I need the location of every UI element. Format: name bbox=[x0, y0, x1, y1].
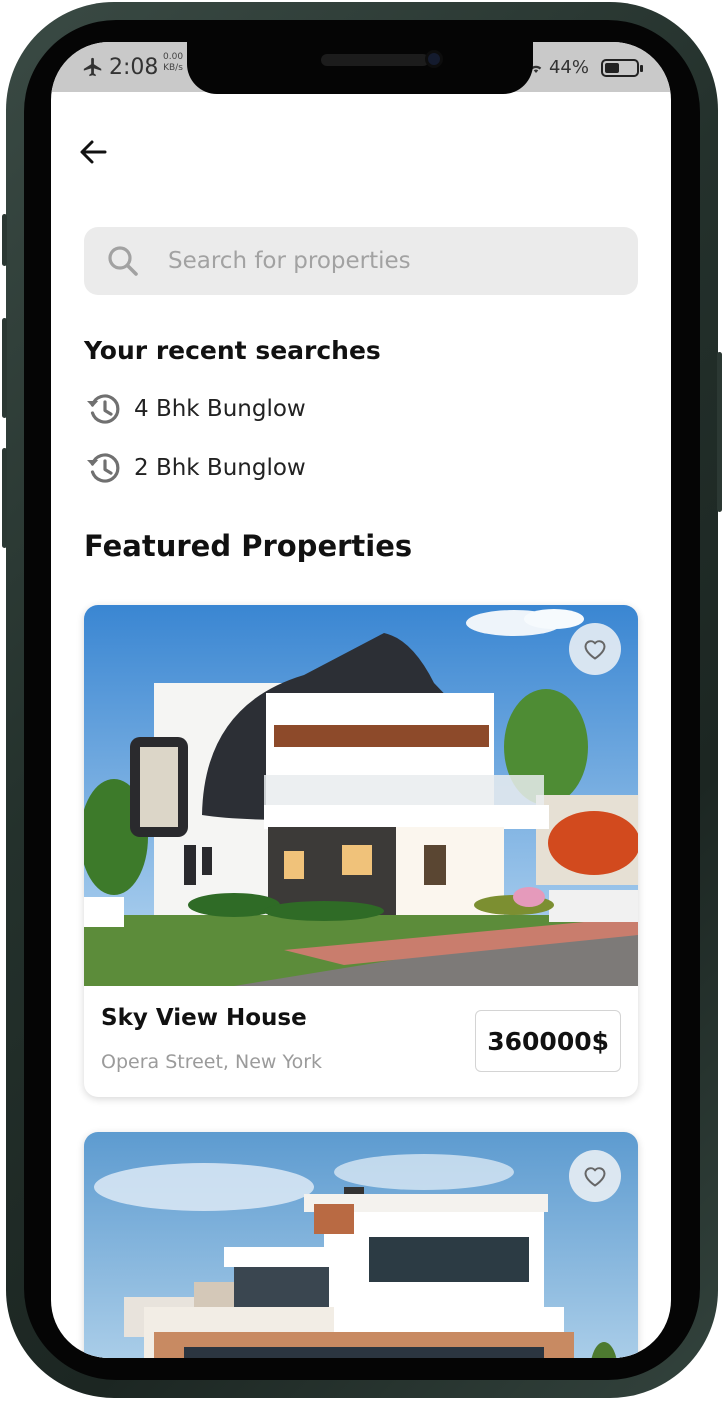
property-address: Opera Street, New York bbox=[101, 1051, 323, 1073]
front-camera bbox=[425, 50, 443, 68]
battery-percent: 44% bbox=[548, 57, 589, 78]
back-button[interactable] bbox=[73, 132, 113, 172]
network-speed-value: 0.00 bbox=[163, 52, 184, 62]
property-photo bbox=[84, 1132, 638, 1358]
history-icon bbox=[87, 453, 120, 483]
price-badge: 360000$ bbox=[475, 1010, 621, 1072]
heart-icon bbox=[584, 1167, 606, 1187]
recent-search-item[interactable]: 4 Bhk Bunglow bbox=[84, 389, 306, 429]
search-input[interactable] bbox=[166, 227, 606, 295]
favorite-button[interactable] bbox=[569, 623, 621, 675]
volume-down-button bbox=[2, 448, 7, 548]
network-speed: 0.00 KB/s bbox=[163, 52, 183, 74]
recent-search-label: 2 Bhk Bunglow bbox=[134, 455, 306, 481]
earpiece-speaker bbox=[321, 54, 429, 66]
arrow-left-icon bbox=[80, 140, 107, 164]
status-time: 2:08 bbox=[109, 55, 159, 80]
camera-notch bbox=[187, 42, 533, 94]
property-card[interactable]: Sky View House Opera Street, New York 36… bbox=[84, 605, 638, 1097]
search-icon bbox=[108, 246, 138, 276]
power-button bbox=[717, 352, 722, 512]
network-speed-unit: KB/s bbox=[163, 63, 183, 73]
volume-up-button bbox=[2, 318, 7, 418]
recent-searches-title: Your recent searches bbox=[84, 336, 381, 365]
property-name: Sky View House bbox=[101, 1005, 307, 1031]
search-bar[interactable] bbox=[84, 227, 638, 295]
airplane-icon bbox=[83, 57, 102, 77]
app-screen: 2:08 0.00 KB/s 44% Your recent searches bbox=[51, 42, 671, 1358]
recent-search-label: 4 Bhk Bunglow bbox=[134, 396, 306, 422]
mute-switch bbox=[2, 214, 7, 266]
battery-icon bbox=[601, 59, 643, 77]
recent-search-item[interactable]: 2 Bhk Bunglow bbox=[84, 448, 306, 488]
favorite-button[interactable] bbox=[569, 1150, 621, 1202]
property-photo bbox=[84, 605, 638, 986]
history-icon bbox=[87, 394, 120, 424]
heart-icon bbox=[584, 640, 606, 660]
property-card[interactable] bbox=[84, 1132, 638, 1358]
featured-properties-title: Featured Properties bbox=[84, 529, 413, 563]
